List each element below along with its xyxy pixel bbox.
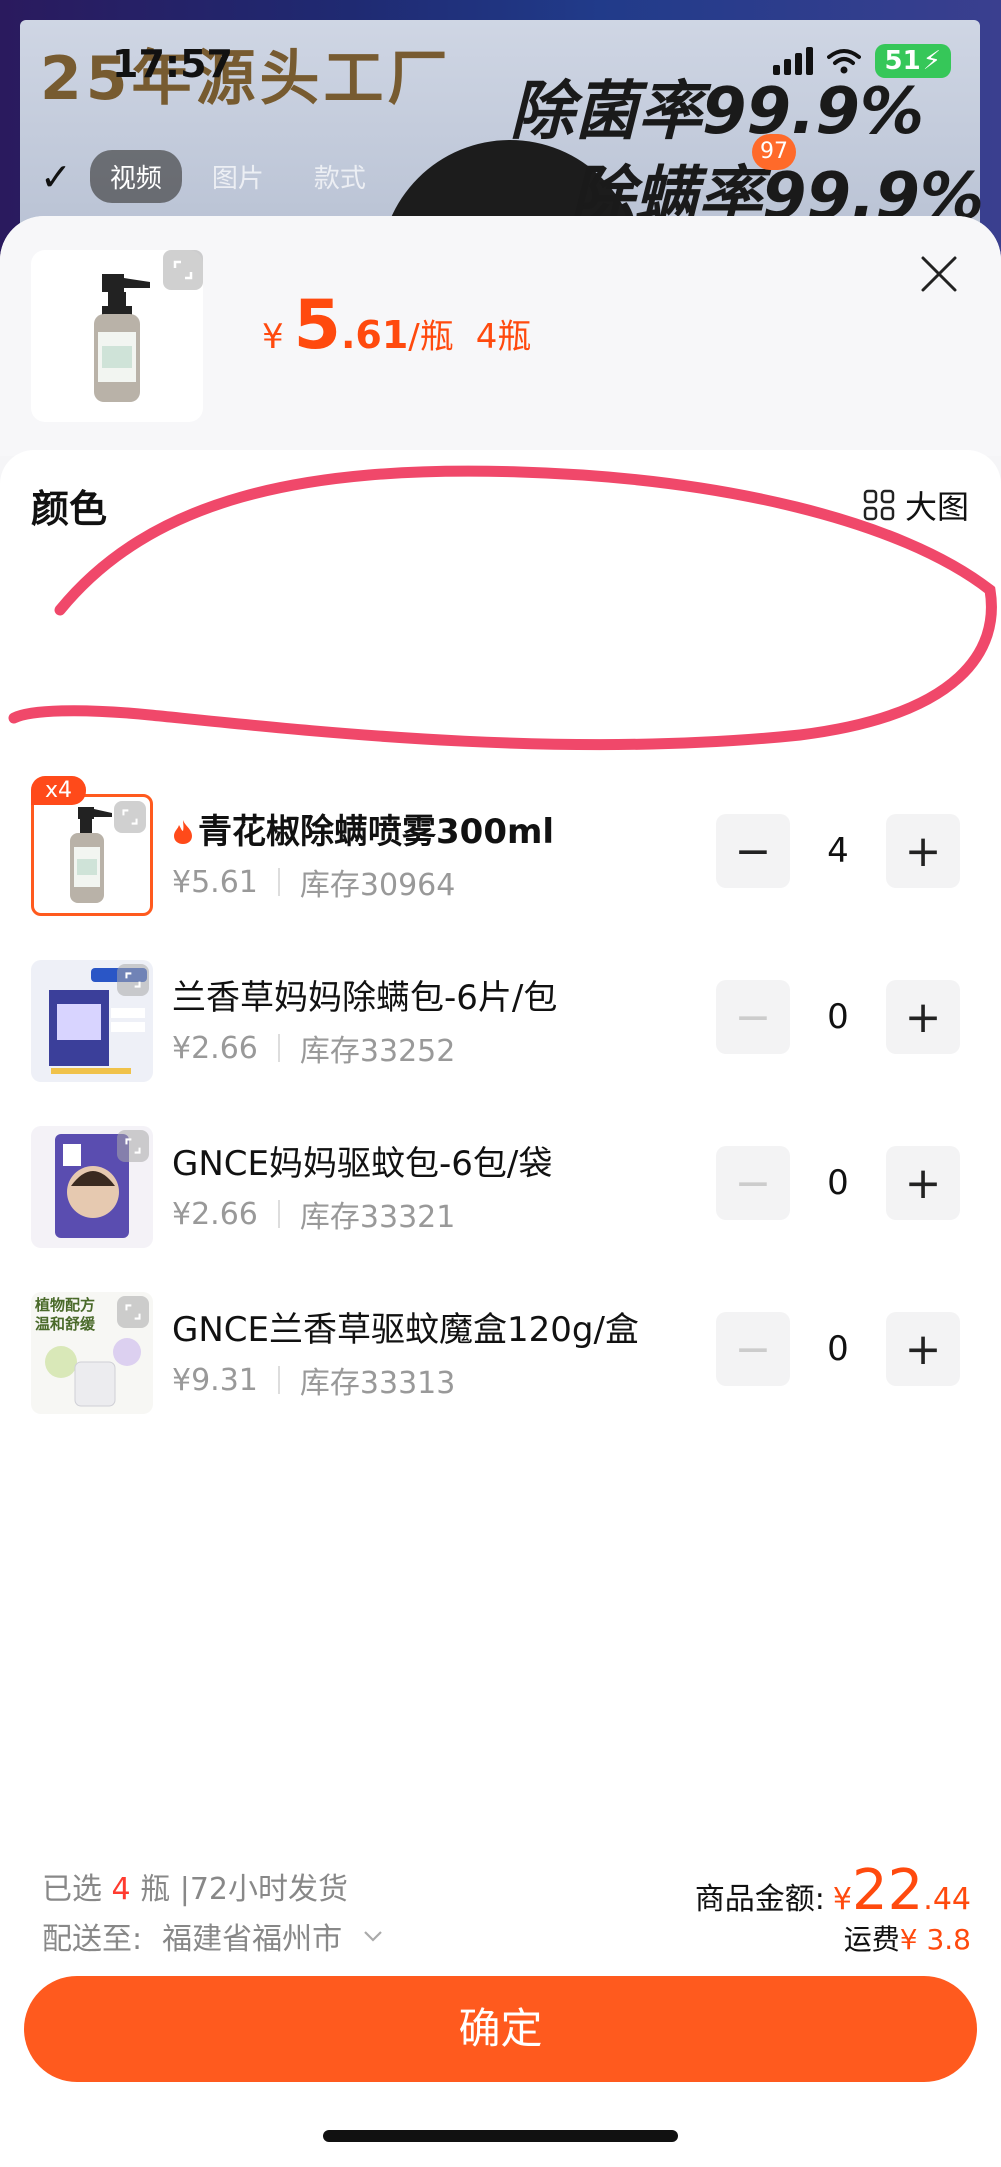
tab-images[interactable]: 图片 — [192, 150, 284, 203]
sku-meta: ¥9.31 库存33313 — [172, 1358, 455, 1402]
tab-styles[interactable]: 款式 — [294, 150, 386, 203]
box-image-text: 植物配方 温和舒缓 — [35, 1296, 96, 1333]
decrease-button[interactable]: − — [716, 980, 790, 1054]
expand-icon[interactable] — [117, 964, 149, 996]
expand-icon[interactable] — [114, 801, 146, 833]
tab-video[interactable]: 视频 — [89, 150, 182, 203]
battery-indicator: 51 ⚡ — [874, 44, 951, 78]
price-unit: /瓶 — [408, 317, 454, 357]
quantity-value[interactable]: 0 — [790, 1329, 886, 1369]
price-currency: ¥ — [262, 317, 284, 357]
sku-price: ¥2.66 — [172, 1030, 258, 1066]
goods-amount: 商品金额: ¥ 22 .44 — [695, 1858, 971, 1923]
quantity-badge: x4 — [31, 776, 87, 805]
increase-button[interactable]: + — [886, 1312, 960, 1386]
ship-to-value: 福建省福州市 — [162, 1922, 343, 1957]
amount-integer: 22 — [852, 1858, 924, 1923]
amount-decimal: .44 — [923, 1882, 971, 1917]
amount-label: 商品金额: — [694, 1882, 825, 1917]
divider — [277, 1034, 280, 1062]
sku-name: GNCE兰香草驱蚊魔盒120g/盒 — [172, 1310, 639, 1350]
expand-icon[interactable] — [163, 250, 203, 290]
sku-thumbnail[interactable] — [31, 1126, 153, 1248]
quantity-stepper: − 0 + — [716, 1312, 960, 1386]
sku-item[interactable]: 兰香草妈妈除螨包-6片/包 ¥2.66 库存33252 − 0 + — [0, 960, 1001, 1090]
unit-price: ¥ 5 .61 /瓶 4瓶 — [262, 286, 531, 365]
sku-name: 兰香草妈妈除螨包-6片/包 — [172, 978, 558, 1018]
spray-bottle-image — [94, 274, 150, 402]
confirm-button[interactable]: 确定 — [24, 1976, 977, 2082]
ship-to-selector[interactable]: 配送至: 福建省福州市 — [42, 1914, 384, 1958]
increase-button[interactable]: + — [886, 980, 960, 1054]
cellular-signal-icon — [772, 47, 813, 75]
shipping-label: 运费 — [843, 1923, 900, 1956]
shipping-value: ¥ 3.8 — [899, 1923, 971, 1956]
sku-meta: ¥5.61 库存30964 — [172, 860, 455, 904]
sku-thumbnail[interactable] — [31, 794, 153, 916]
quantity-value[interactable]: 0 — [790, 997, 886, 1037]
selected-count: 4 — [111, 1872, 131, 1907]
shipping-fee: 运费¥ 3.8 — [844, 1918, 971, 1958]
decrease-button[interactable]: − — [716, 1312, 790, 1386]
charging-icon: ⚡ — [922, 46, 941, 76]
chevron-down-icon — [364, 1931, 382, 1942]
decrease-button[interactable]: − — [716, 1146, 790, 1220]
sku-name: 青花椒除螨喷雾300ml — [172, 804, 554, 853]
battery-level: 51 — [884, 46, 921, 76]
quantity-stepper: − 0 + — [716, 1146, 960, 1220]
banner-headline: 25年源头工厂 — [40, 44, 452, 114]
sku-price: ¥5.61 — [172, 864, 258, 900]
expand-icon[interactable] — [117, 1130, 149, 1162]
sku-thumbnail[interactable] — [31, 960, 153, 1082]
notification-badge: 97 — [752, 134, 796, 170]
amount-currency: ¥ — [832, 1882, 853, 1917]
checkout-footer: 已选 4 瓶 |72小时发货 配送至: 福建省福州市 商品金额: ¥ 22 .4… — [0, 1844, 1001, 2167]
sku-price: ¥2.66 — [172, 1196, 258, 1232]
price-integer: 5 — [293, 286, 341, 365]
increase-button[interactable]: + — [886, 1146, 960, 1220]
sku-stock: 库存30964 — [299, 868, 456, 903]
sku-meta: ¥2.66 库存33321 — [172, 1192, 455, 1236]
sku-item[interactable]: GNCE妈妈驱蚊包-6包/袋 ¥2.66 库存33321 − 0 + — [0, 1126, 1001, 1256]
quantity-stepper: − 4 + — [716, 814, 960, 888]
wifi-icon — [826, 49, 861, 74]
media-tabs: ✓ 视频 图片 款式 — [40, 150, 386, 203]
sku-name-text: 青花椒除螨喷雾300ml — [198, 812, 555, 852]
status-icons: 51 ⚡ — [772, 44, 951, 78]
sku-stock: 库存33313 — [299, 1366, 456, 1401]
sheet-header: ¥ 5 .61 /瓶 4瓶 — [0, 216, 1001, 456]
divider — [277, 1200, 280, 1228]
price-decimal: .61 — [340, 313, 409, 357]
close-icon[interactable] — [917, 252, 961, 296]
sku-stock: 库存33252 — [299, 1034, 456, 1069]
hot-fire-icon — [174, 820, 192, 844]
divider — [277, 868, 280, 896]
annotation-circle — [8, 465, 997, 751]
divider — [277, 1366, 280, 1394]
check-icon: ✓ — [40, 154, 72, 199]
sku-item[interactable]: 植物配方 温和舒缓 GNCE兰香草驱蚊魔盒120g/盒 ¥9.31 库存3331… — [0, 1292, 1001, 1422]
decrease-button[interactable]: − — [716, 814, 790, 888]
status-time: 17:57 — [112, 42, 233, 86]
sku-stock: 库存33321 — [299, 1200, 456, 1235]
sku-price: ¥9.31 — [172, 1362, 258, 1398]
selected-prefix: 已选 — [42, 1872, 102, 1907]
increase-button[interactable]: + — [886, 814, 960, 888]
quantity-value[interactable]: 4 — [790, 831, 886, 871]
sku-item[interactable]: x4 青花椒除螨喷雾300ml ¥5.61 库存30964 − 4 + — [0, 776, 1001, 924]
selected-quantity: 4瓶 — [475, 317, 532, 357]
home-indicator — [323, 2130, 678, 2142]
expand-icon[interactable] — [117, 1296, 149, 1328]
ship-to-label: 配送至: — [42, 1922, 143, 1957]
quantity-value[interactable]: 0 — [790, 1163, 886, 1203]
selected-product-image[interactable] — [31, 250, 203, 422]
selected-suffix: 瓶 |72小时发货 — [140, 1872, 349, 1907]
sku-thumbnail[interactable]: 植物配方 温和舒缓 — [31, 1292, 153, 1414]
quantity-stepper: − 0 + — [716, 980, 960, 1054]
sku-meta: ¥2.66 库存33252 — [172, 1026, 455, 1070]
selected-summary: 已选 4 瓶 |72小时发货 — [42, 1864, 348, 1908]
sku-name: GNCE妈妈驱蚊包-6包/袋 — [172, 1144, 553, 1184]
